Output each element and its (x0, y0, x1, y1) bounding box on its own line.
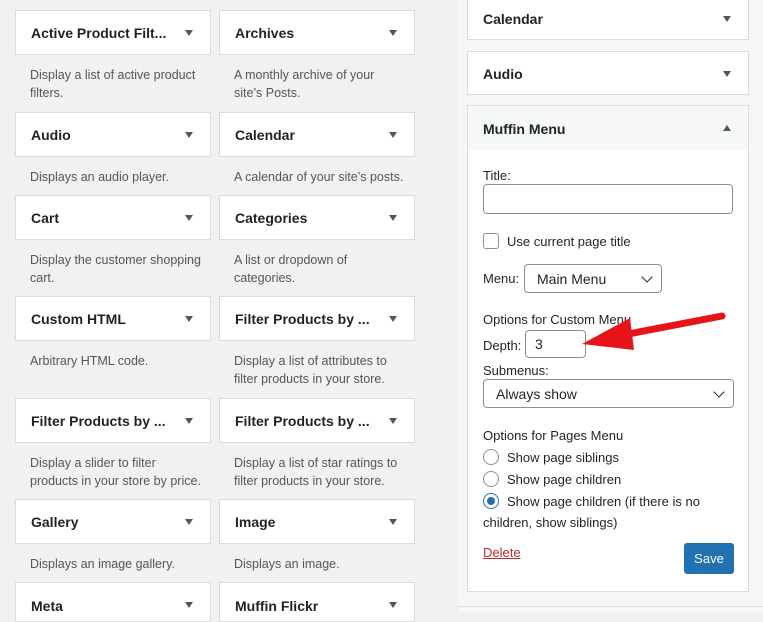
widget-description: Display a list of active product filters… (30, 68, 196, 100)
radio-show-children[interactable] (483, 471, 499, 487)
triangle-down-icon[interactable] (389, 215, 397, 221)
widget-active-product-filters[interactable]: Active Product Filt... (15, 10, 211, 55)
use-current-title-checkbox[interactable] (483, 233, 499, 249)
radio-children-or-siblings-label-line1: Show page children (if there is no (507, 494, 700, 509)
widget-archives[interactable]: Archives (219, 10, 415, 55)
radio-show-siblings-label: Show page siblings (507, 450, 620, 465)
sidebar-widget-audio[interactable]: Audio (467, 51, 749, 95)
widget-description: Display the customer shopping cart. (30, 253, 201, 285)
delete-link[interactable]: Delete (483, 545, 521, 560)
radio-children-or-siblings[interactable] (483, 493, 499, 509)
widget-description: Display a slider to filter products in y… (30, 456, 201, 488)
widget-cart[interactable]: Cart (15, 195, 211, 240)
depth-label: Depth: (483, 338, 522, 353)
submenus-label: Submenus: (483, 363, 549, 378)
widget-muffin-flickr[interactable]: Muffin Flickr (219, 582, 415, 622)
sidebar-widget-calendar[interactable]: Calendar (467, 0, 749, 40)
triangle-down-icon[interactable] (185, 215, 193, 221)
widget-gallery[interactable]: Gallery (15, 499, 211, 544)
widget-audio[interactable]: Audio (15, 112, 211, 157)
triangle-down-icon[interactable] (389, 316, 397, 322)
triangle-down-icon[interactable] (389, 602, 397, 608)
radio-show-children-label: Show page children (507, 472, 622, 487)
triangle-down-icon[interactable] (389, 30, 397, 36)
chevron-down-icon (641, 271, 653, 283)
widget-description: Display a list of star ratings to filter… (234, 456, 398, 488)
triangle-down-icon[interactable] (185, 418, 193, 424)
muffin-menu-form: Title: Use current page title Menu: Main… (467, 150, 749, 592)
submenus-select[interactable]: Always show (483, 379, 734, 408)
triangle-up-icon[interactable] (723, 125, 731, 131)
depth-input[interactable]: 3 (525, 330, 586, 358)
triangle-down-icon[interactable] (185, 30, 193, 36)
save-button[interactable]: Save (684, 543, 734, 574)
widget-description: A calendar of your site’s posts. (234, 170, 404, 184)
triangle-down-icon[interactable] (185, 132, 193, 138)
triangle-down-icon[interactable] (723, 71, 731, 77)
widget-description: Displays an audio player. (30, 170, 169, 184)
triangle-down-icon[interactable] (389, 519, 397, 525)
custom-menu-heading: Options for Custom Menu (483, 312, 632, 327)
widget-filter-products-price[interactable]: Filter Products by ... (15, 398, 211, 443)
triangle-down-icon[interactable] (389, 418, 397, 424)
widget-description: Displays an image gallery. (30, 557, 175, 571)
sidebar-widget-muffin-menu[interactable]: Muffin Menu (467, 105, 749, 151)
triangle-down-icon[interactable] (185, 316, 193, 322)
menu-select[interactable]: Main Menu (524, 264, 662, 293)
widget-meta[interactable]: Meta (15, 582, 211, 622)
widget-description: Arbitrary HTML code. (30, 354, 149, 368)
widget-description: Display a list of attributes to filter p… (234, 354, 387, 386)
use-current-title-label: Use current page title (507, 234, 631, 249)
widget-description: Displays an image. (234, 557, 340, 571)
triangle-down-icon[interactable] (723, 16, 731, 22)
triangle-down-icon[interactable] (389, 132, 397, 138)
pages-menu-heading: Options for Pages Menu (483, 428, 624, 443)
widget-custom-html[interactable]: Custom HTML (15, 296, 211, 341)
title-label: Title: (483, 168, 511, 183)
radio-children-or-siblings-label-line2: children, show siblings) (483, 515, 618, 530)
widget-categories[interactable]: Categories (219, 195, 415, 240)
title-input[interactable] (483, 184, 733, 214)
triangle-down-icon[interactable] (185, 602, 193, 608)
widget-description: A monthly archive of your site’s Posts. (234, 68, 375, 100)
radio-show-siblings[interactable] (483, 449, 499, 465)
menu-label: Menu: (483, 271, 520, 286)
widget-description: A list or dropdown of categories. (234, 253, 348, 285)
widget-filter-products-rating[interactable]: Filter Products by ... (219, 398, 415, 443)
widget-image[interactable]: Image (219, 499, 415, 544)
widget-filter-products-attributes[interactable]: Filter Products by ... (219, 296, 415, 341)
sidebar-bottom-border (458, 606, 763, 607)
widget-calendar[interactable]: Calendar (219, 112, 415, 157)
triangle-down-icon[interactable] (185, 519, 193, 525)
chevron-down-icon (713, 386, 725, 398)
